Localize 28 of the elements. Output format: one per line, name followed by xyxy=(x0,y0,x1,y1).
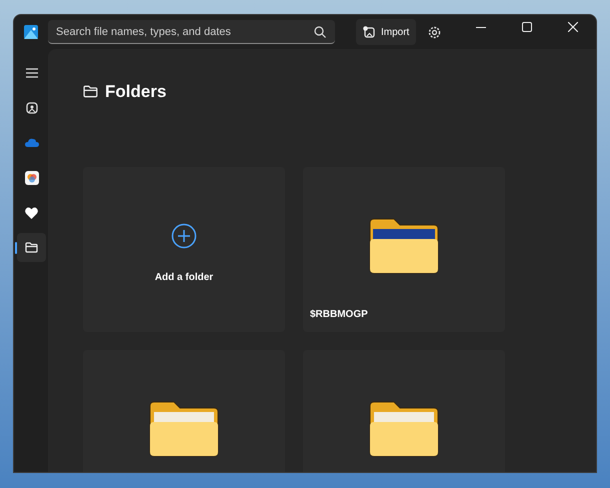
folder-outline-icon xyxy=(25,242,38,253)
menu-icon xyxy=(26,68,38,78)
import-button[interactable]: Import xyxy=(356,19,416,45)
heart-icon xyxy=(25,206,38,218)
folder-card[interactable]: $RBBMOGP xyxy=(303,166,505,332)
selection-indicator xyxy=(15,242,17,254)
search-icon xyxy=(314,26,326,38)
cloud-icon xyxy=(24,138,38,147)
minimize-icon xyxy=(476,26,486,28)
folder-outline-icon xyxy=(83,85,98,98)
folder-icon xyxy=(148,400,220,458)
folder-thumbnail-icon xyxy=(368,216,440,274)
folder-card[interactable] xyxy=(303,350,505,472)
import-icon xyxy=(363,26,375,38)
nav-item[interactable] xyxy=(17,233,46,262)
close-icon xyxy=(568,22,578,32)
maximize-icon xyxy=(522,22,532,32)
folder-card[interactable] xyxy=(83,350,285,472)
plus-circle-icon xyxy=(171,222,197,248)
settings-icon xyxy=(428,26,441,38)
picture-icon xyxy=(26,102,38,114)
search-field[interactable]: Search file names, types, and dates xyxy=(48,20,335,44)
photos-app-icon xyxy=(24,170,38,184)
app-logo-icon xyxy=(24,25,38,39)
folder-name: $RBBMOGP xyxy=(310,308,368,322)
add-folder-card[interactable]: Add a folder xyxy=(83,166,285,332)
folder-icon xyxy=(368,400,440,458)
page-title: Folders xyxy=(105,81,166,103)
